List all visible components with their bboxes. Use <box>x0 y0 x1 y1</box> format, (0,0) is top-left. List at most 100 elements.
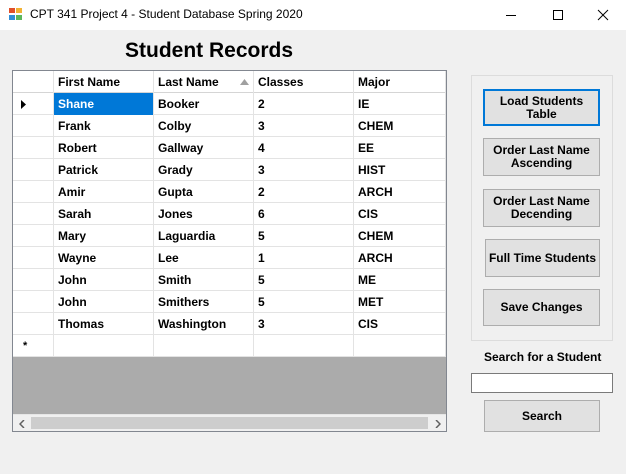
close-button[interactable] <box>580 0 626 30</box>
row-header-cell[interactable] <box>13 137 54 159</box>
scroll-right-button[interactable] <box>429 415 446 431</box>
cell-major[interactable]: CIS <box>354 313 446 335</box>
cell-major[interactable]: HIST <box>354 159 446 181</box>
cell-major[interactable]: CIS <box>354 203 446 225</box>
cell-last-name[interactable]: Jones <box>154 203 254 225</box>
row-header-cell[interactable] <box>13 247 54 269</box>
cell-first-name[interactable]: John <box>54 269 154 291</box>
chevron-right-icon <box>434 419 441 428</box>
title-bar[interactable]: CPT 341 Project 4 - Student Database Spr… <box>0 0 626 30</box>
cell-major[interactable]: CHEM <box>354 115 446 137</box>
cell-major[interactable]: ME <box>354 269 446 291</box>
row-header-cell[interactable] <box>13 93 54 115</box>
table-row[interactable]: Robert Gallway 4 EE <box>13 137 446 159</box>
cell-last-name[interactable]: Laguardia <box>154 225 254 247</box>
close-icon <box>597 9 609 21</box>
cell-first-name[interactable]: John <box>54 291 154 313</box>
page-title: Student Records <box>125 39 294 62</box>
cell-first-name[interactable]: Robert <box>54 137 154 159</box>
table-row[interactable]: Frank Colby 3 CHEM <box>13 115 446 137</box>
student-data-grid[interactable]: First Name Last Name Classes Major Shane… <box>12 70 447 432</box>
cell-major[interactable]: CHEM <box>354 225 446 247</box>
row-header-cell[interactable] <box>13 181 54 203</box>
app-icon <box>9 8 23 21</box>
row-header-cell[interactable] <box>13 203 54 225</box>
column-header-major[interactable]: Major <box>354 71 446 93</box>
row-header-cell[interactable]: * <box>13 335 54 357</box>
new-row-marker: * <box>23 340 28 352</box>
cell-last-name[interactable]: Colby <box>154 115 254 137</box>
cell-classes[interactable]: 4 <box>254 137 354 159</box>
cell-classes[interactable]: 6 <box>254 203 354 225</box>
column-header-last-name[interactable]: Last Name <box>154 71 254 93</box>
table-row[interactable]: Sarah Jones 6 CIS <box>13 203 446 225</box>
table-row[interactable]: Shane Booker 2 IE <box>13 93 446 115</box>
table-row[interactable]: Wayne Lee 1 ARCH <box>13 247 446 269</box>
minimize-button[interactable] <box>488 0 534 30</box>
cell-classes[interactable]: 2 <box>254 93 354 115</box>
table-row[interactable]: John Smith 5 ME <box>13 269 446 291</box>
table-row[interactable]: Mary Laguardia 5 CHEM <box>13 225 446 247</box>
cell-classes[interactable]: 2 <box>254 181 354 203</box>
grid-header-row: First Name Last Name Classes Major <box>13 71 446 93</box>
cell-classes[interactable]: 5 <box>254 225 354 247</box>
cell-classes[interactable]: 1 <box>254 247 354 269</box>
row-header-cell[interactable] <box>13 225 54 247</box>
cell-major[interactable]: MET <box>354 291 446 313</box>
cell-classes[interactable]: 3 <box>254 159 354 181</box>
cell-classes[interactable]: 5 <box>254 269 354 291</box>
maximize-button[interactable] <box>535 0 581 30</box>
table-row[interactable]: Amir Gupta 2 ARCH <box>13 181 446 203</box>
cell-last-name[interactable]: Gallway <box>154 137 254 159</box>
cell-last-name[interactable]: Gupta <box>154 181 254 203</box>
cell-first-name[interactable] <box>54 335 154 357</box>
search-button[interactable]: Search <box>484 400 600 432</box>
cell-first-name[interactable]: Shane <box>54 93 154 115</box>
cell-major[interactable]: ARCH <box>354 247 446 269</box>
order-descending-button[interactable]: Order Last Name Decending <box>483 189 600 227</box>
cell-first-name[interactable]: Thomas <box>54 313 154 335</box>
cell-first-name[interactable]: Mary <box>54 225 154 247</box>
cell-major[interactable] <box>354 335 446 357</box>
cell-classes[interactable]: 3 <box>254 313 354 335</box>
column-header-first-name[interactable]: First Name <box>54 71 154 93</box>
scroll-left-button[interactable] <box>13 415 30 431</box>
cell-first-name[interactable]: Patrick <box>54 159 154 181</box>
cell-classes[interactable]: 3 <box>254 115 354 137</box>
row-header-cell[interactable] <box>13 159 54 181</box>
column-header-classes[interactable]: Classes <box>254 71 354 93</box>
cell-last-name[interactable]: Grady <box>154 159 254 181</box>
search-input[interactable] <box>471 373 613 393</box>
save-changes-button[interactable]: Save Changes <box>483 289 600 326</box>
cell-major[interactable]: ARCH <box>354 181 446 203</box>
cell-classes[interactable]: 5 <box>254 291 354 313</box>
row-header-cell[interactable] <box>13 313 54 335</box>
cell-last-name[interactable]: Lee <box>154 247 254 269</box>
minimize-icon <box>506 15 516 16</box>
cell-classes[interactable] <box>254 335 354 357</box>
cell-first-name[interactable]: Wayne <box>54 247 154 269</box>
load-students-button[interactable]: Load Students Table <box>483 89 600 126</box>
cell-last-name[interactable]: Smithers <box>154 291 254 313</box>
triangle-right-icon <box>21 100 26 109</box>
row-header-cell[interactable] <box>13 291 54 313</box>
full-time-students-button[interactable]: Full Time Students <box>485 239 600 277</box>
cell-last-name[interactable]: Smith <box>154 269 254 291</box>
horizontal-scrollbar[interactable] <box>13 414 446 431</box>
cell-last-name[interactable]: Booker <box>154 93 254 115</box>
new-row[interactable]: * <box>13 335 446 357</box>
row-header-cell[interactable] <box>13 115 54 137</box>
table-row[interactable]: Thomas Washington 3 CIS <box>13 313 446 335</box>
scrollbar-thumb[interactable] <box>31 417 428 429</box>
cell-last-name[interactable]: Washington <box>154 313 254 335</box>
row-header-cell[interactable] <box>13 269 54 291</box>
cell-first-name[interactable]: Frank <box>54 115 154 137</box>
cell-major[interactable]: IE <box>354 93 446 115</box>
table-row[interactable]: John Smithers 5 MET <box>13 291 446 313</box>
cell-major[interactable]: EE <box>354 137 446 159</box>
cell-last-name[interactable] <box>154 335 254 357</box>
cell-first-name[interactable]: Sarah <box>54 203 154 225</box>
order-ascending-button[interactable]: Order Last Name Ascending <box>483 138 600 176</box>
table-row[interactable]: Patrick Grady 3 HIST <box>13 159 446 181</box>
cell-first-name[interactable]: Amir <box>54 181 154 203</box>
